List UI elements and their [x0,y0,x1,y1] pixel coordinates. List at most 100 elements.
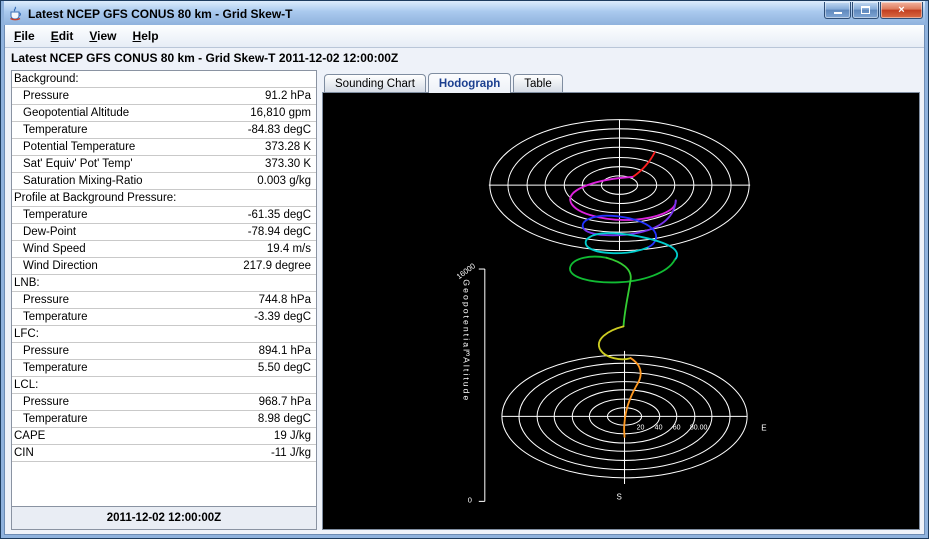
param-label: Temperature [23,413,88,425]
table-row: Background: [12,71,316,88]
display-panel: Sounding Chart Hodograph Table 16000 Geo… [322,70,920,530]
table-row: Temperature -61.35 degC [12,207,316,224]
table-row: Dew-Point -78.94 degC [12,224,316,241]
table-row: Pressure 91.2 hPa [12,88,316,105]
dataset-header: Latest NCEP GFS CONUS 80 km - Grid Skew-… [11,51,399,65]
trace-segment-green2 [605,256,632,328]
param-value: 744.8 hPa [258,294,311,306]
table-row: Saturation Mixing-Ratio 0.003 g/kg [12,173,316,190]
tab-hodograph[interactable]: Hodograph [427,73,512,93]
param-value: -84.83 degC [247,124,311,136]
tab-table[interactable]: Table [513,74,563,93]
compass-east-label: E [761,424,767,433]
menu-file[interactable]: File [7,27,42,46]
altitude-tick-bottom: 0 [468,495,472,504]
table-row: Profile at Background Pressure: [12,190,316,207]
param-value: 5.50 degC [257,362,311,374]
titlebar[interactable]: Latest NCEP GFS CONUS 80 km - Grid Skew-… [4,1,925,25]
param-value: 91.2 hPa [264,90,311,102]
speed-ring-labels: 20 40 60 80.00 E S [616,424,767,502]
ring-label-60: 60 [673,424,681,432]
param-label: CAPE [14,430,46,442]
minimize-icon [833,7,842,14]
table-row: Geopotential Altitude 16,810 gpm [12,105,316,122]
table-row: Pressure 968.7 hPa [12,394,316,411]
table-row: Potential Temperature 373.28 K [12,139,316,156]
altitude-tick-mid: 3 [466,349,470,358]
table-row: Temperature 5.50 degC [12,360,316,377]
parameter-table: Background: Pressure 91.2 hPa Geopotentia… [12,71,316,506]
param-label: Sat' Equiv' Pot' Temp' [23,158,133,170]
table-row: Pressure 744.8 hPa [12,292,316,309]
display-tabs: Sounding Chart Hodograph Table [322,70,920,93]
compass-south-label: S [616,492,622,501]
param-label: Temperature [23,362,88,374]
altitude-axis-title: Geopotential Altitude [462,279,472,402]
param-label: Wind Direction [23,260,98,272]
param-value: 0.003 g/kg [257,175,311,187]
close-button[interactable]: × [880,2,923,19]
menu-view[interactable]: View [82,27,123,46]
param-value: 217.9 degree [243,260,311,272]
table-row: Sat' Equiv' Pot' Temp' 373.30 K [12,156,316,173]
param-label: Wind Speed [23,243,86,255]
table-row: LFC: [12,326,316,343]
close-icon: × [898,4,905,16]
param-label: LNB: [14,277,40,289]
window-title: Latest NCEP GFS CONUS 80 km - Grid Skew-… [28,6,293,21]
param-label: Temperature [23,311,88,323]
param-value: 373.28 K [264,141,311,153]
param-value: -78.94 degC [247,226,311,238]
table-row: Wind Direction 217.9 degree [12,258,316,275]
app-window: Latest NCEP GFS CONUS 80 km - Grid Skew-… [0,0,929,539]
table-row: Wind Speed 19.4 m/s [12,241,316,258]
param-value: 19.4 m/s [266,243,311,255]
param-value: -3.39 degC [254,311,311,323]
table-row: Temperature -3.39 degC [12,309,316,326]
param-label: Saturation Mixing-Ratio [23,175,143,187]
hodograph-3d-view[interactable]: 16000 Geopotential Altitude 3 0 20 40 60… [322,92,920,530]
param-label: Geopotential Altitude [23,107,130,119]
table-row: CAPE 19 J/kg [12,428,316,445]
minimize-button[interactable] [824,2,851,19]
ring-label-80: 80.00 [690,424,708,432]
java-app-icon [10,6,21,20]
param-label: Pressure [23,345,70,357]
maximize-button[interactable] [852,2,879,19]
table-row: CIN -11 J/kg [12,445,316,462]
param-label: Temperature [23,209,88,221]
tab-sounding-chart[interactable]: Sounding Chart [324,74,426,93]
trace-segment-red [631,151,656,178]
altitude-tick-top: 16000 [455,261,477,281]
param-value: -61.35 degC [247,209,311,221]
param-value: 373.30 K [264,158,311,170]
ring-label-20: 20 [637,424,645,432]
maximize-icon [861,6,870,14]
param-value: 8.98 degC [257,413,311,425]
table-row: LNB: [12,275,316,292]
table-row: LCL: [12,377,316,394]
param-value: 968.7 hPa [258,396,311,408]
param-label: Background: [14,73,79,85]
param-label: Profile at Background Pressure: [14,192,177,204]
table-row: Temperature 8.98 degC [12,411,316,428]
param-label: Pressure [23,90,70,102]
table-row: Pressure 894.1 hPa [12,343,316,360]
param-label: LFC: [14,328,39,340]
menu-edit[interactable]: Edit [44,27,81,46]
trace-segment-yellow [598,325,632,361]
menubar: File Edit View Help [5,25,924,48]
param-label: Dew-Point [23,226,77,238]
param-value: -11 J/kg [270,447,311,459]
wind-profile-trace [569,151,679,438]
param-label: CIN [14,447,34,459]
param-label: Temperature [23,124,88,136]
param-value: 16,810 gpm [250,107,311,119]
upper-speed-rings [488,119,751,252]
param-label: Potential Temperature [23,141,136,153]
param-label: Pressure [23,396,70,408]
param-value: 894.1 hPa [258,345,311,357]
menu-help[interactable]: Help [126,27,166,46]
param-value: 19 J/kg [273,430,311,442]
timestamp-footer: 2011-12-02 12:00:00Z [12,506,316,529]
